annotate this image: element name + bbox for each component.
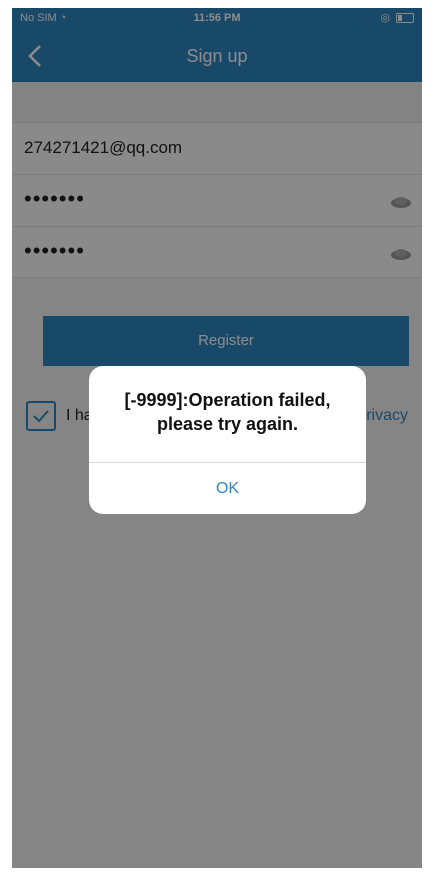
dialog-message-line2: please try again.	[156, 414, 299, 434]
error-dialog: [-9999]:Operation failed, please try aga…	[89, 366, 366, 514]
app-screen: No SIM ◔ 11:56 PM ◎ Sign up 274271421@qq…	[12, 8, 422, 868]
dialog-message: [-9999]:Operation failed, please try aga…	[99, 388, 356, 436]
dialog-message-line1: [-9999]:Operation failed,	[124, 390, 331, 410]
ok-button[interactable]: OK	[89, 463, 366, 514]
